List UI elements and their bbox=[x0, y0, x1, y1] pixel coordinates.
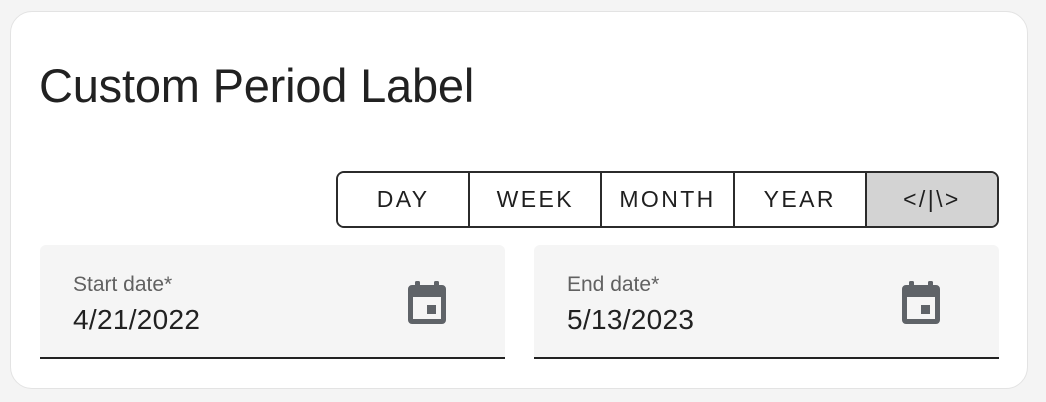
start-date-field[interactable]: Start date* 4/21/2022 bbox=[40, 245, 505, 359]
period-option-month[interactable]: MONTH bbox=[602, 173, 735, 226]
start-date-label: Start date* bbox=[73, 273, 173, 296]
calendar-icon bbox=[902, 281, 940, 324]
end-date-calendar-button[interactable] bbox=[899, 281, 943, 325]
card-title: Custom Period Label bbox=[39, 59, 475, 112]
end-date-value[interactable]: 5/13/2023 bbox=[567, 304, 694, 336]
custom-period-card: Custom Period Label DAY WEEK MONTH YEAR … bbox=[10, 11, 1028, 389]
period-option-year[interactable]: YEAR bbox=[734, 173, 867, 226]
period-option-custom[interactable]: </|\> bbox=[866, 173, 997, 226]
end-date-label: End date* bbox=[567, 273, 660, 296]
end-date-field[interactable]: End date* 5/13/2023 bbox=[534, 245, 999, 359]
period-selector: DAY WEEK MONTH YEAR </|\> bbox=[336, 171, 999, 228]
start-date-value[interactable]: 4/21/2022 bbox=[73, 304, 200, 336]
calendar-icon bbox=[408, 281, 446, 324]
period-option-week[interactable]: WEEK bbox=[470, 173, 603, 226]
start-date-calendar-button[interactable] bbox=[405, 281, 449, 325]
period-option-day[interactable]: DAY bbox=[338, 173, 471, 226]
